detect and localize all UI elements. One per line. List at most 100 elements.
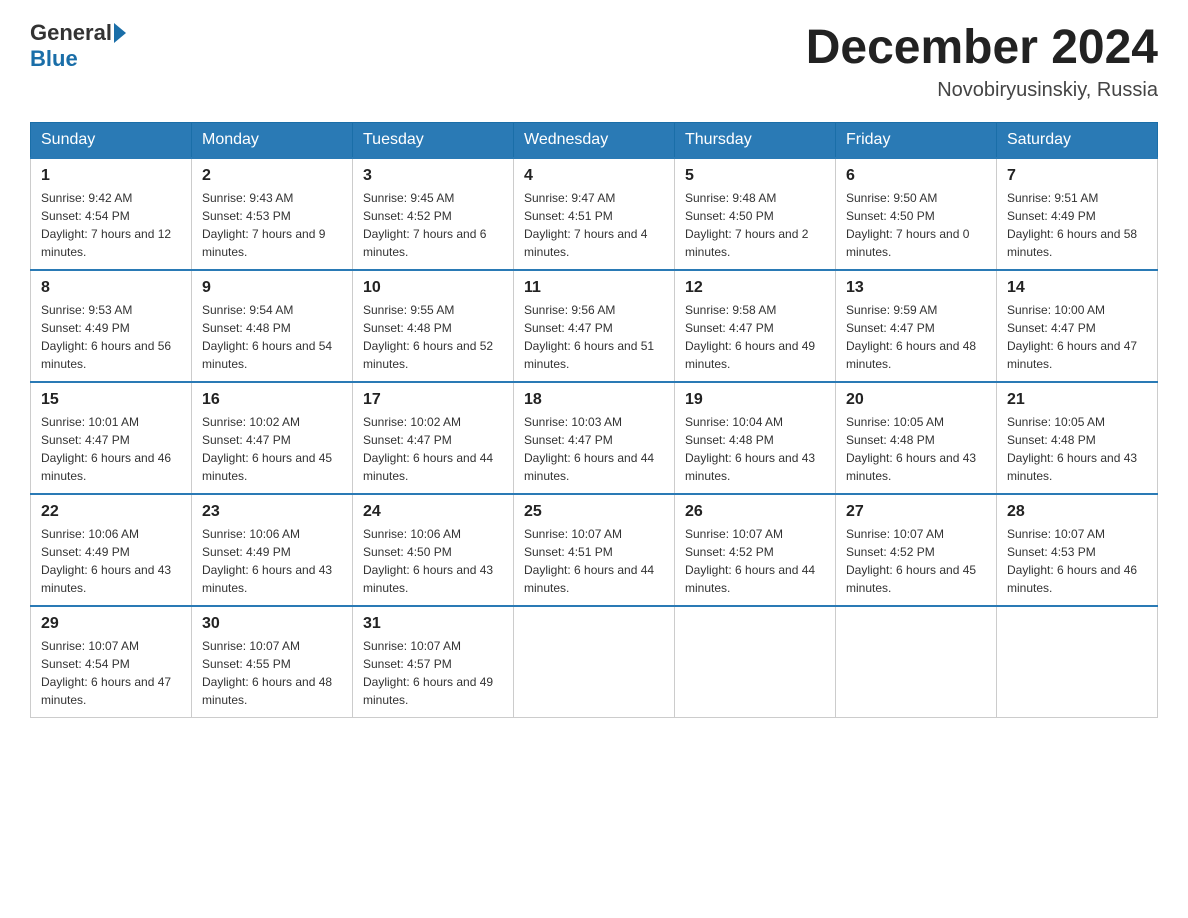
day-info: Sunrise: 10:07 AM Sunset: 4:53 PM Daylig… — [1007, 525, 1147, 597]
day-number: 15 — [41, 391, 181, 409]
day-info: Sunrise: 9:53 AM Sunset: 4:49 PM Dayligh… — [41, 301, 181, 373]
day-number: 14 — [1007, 279, 1147, 297]
table-row: 2 Sunrise: 9:43 AM Sunset: 4:53 PM Dayli… — [192, 158, 353, 270]
calendar-header-row: Sunday Monday Tuesday Wednesday Thursday… — [31, 123, 1158, 159]
day-number: 5 — [685, 167, 825, 185]
day-info: Sunrise: 10:06 AM Sunset: 4:49 PM Daylig… — [41, 525, 181, 597]
day-info: Sunrise: 9:47 AM Sunset: 4:51 PM Dayligh… — [524, 189, 664, 261]
col-saturday: Saturday — [997, 123, 1158, 159]
table-row: 31 Sunrise: 10:07 AM Sunset: 4:57 PM Day… — [353, 606, 514, 718]
title-section: December 2024 Novobiryusinskiy, Russia — [806, 20, 1158, 102]
table-row: 7 Sunrise: 9:51 AM Sunset: 4:49 PM Dayli… — [997, 158, 1158, 270]
day-info: Sunrise: 10:02 AM Sunset: 4:47 PM Daylig… — [202, 413, 342, 485]
month-title: December 2024 — [806, 20, 1158, 75]
calendar-week-row: 1 Sunrise: 9:42 AM Sunset: 4:54 PM Dayli… — [31, 158, 1158, 270]
day-number: 6 — [846, 167, 986, 185]
table-row: 26 Sunrise: 10:07 AM Sunset: 4:52 PM Day… — [675, 494, 836, 606]
day-info: Sunrise: 10:07 AM Sunset: 4:55 PM Daylig… — [202, 637, 342, 709]
day-number: 31 — [363, 615, 503, 633]
location: Novobiryusinskiy, Russia — [806, 79, 1158, 102]
day-info: Sunrise: 10:01 AM Sunset: 4:47 PM Daylig… — [41, 413, 181, 485]
day-info: Sunrise: 10:06 AM Sunset: 4:50 PM Daylig… — [363, 525, 503, 597]
day-info: Sunrise: 10:03 AM Sunset: 4:47 PM Daylig… — [524, 413, 664, 485]
day-number: 22 — [41, 503, 181, 521]
col-wednesday: Wednesday — [514, 123, 675, 159]
calendar-week-row: 15 Sunrise: 10:01 AM Sunset: 4:47 PM Day… — [31, 382, 1158, 494]
day-info: Sunrise: 9:58 AM Sunset: 4:47 PM Dayligh… — [685, 301, 825, 373]
day-number: 28 — [1007, 503, 1147, 521]
day-info: Sunrise: 10:07 AM Sunset: 4:52 PM Daylig… — [846, 525, 986, 597]
day-info: Sunrise: 9:51 AM Sunset: 4:49 PM Dayligh… — [1007, 189, 1147, 261]
day-number: 4 — [524, 167, 664, 185]
day-info: Sunrise: 9:56 AM Sunset: 4:47 PM Dayligh… — [524, 301, 664, 373]
day-number: 7 — [1007, 167, 1147, 185]
table-row: 14 Sunrise: 10:00 AM Sunset: 4:47 PM Day… — [997, 270, 1158, 382]
table-row: 25 Sunrise: 10:07 AM Sunset: 4:51 PM Day… — [514, 494, 675, 606]
table-row: 10 Sunrise: 9:55 AM Sunset: 4:48 PM Dayl… — [353, 270, 514, 382]
table-row — [675, 606, 836, 718]
day-number: 13 — [846, 279, 986, 297]
day-info: Sunrise: 10:05 AM Sunset: 4:48 PM Daylig… — [1007, 413, 1147, 485]
col-thursday: Thursday — [675, 123, 836, 159]
day-number: 30 — [202, 615, 342, 633]
day-info: Sunrise: 10:06 AM Sunset: 4:49 PM Daylig… — [202, 525, 342, 597]
table-row: 17 Sunrise: 10:02 AM Sunset: 4:47 PM Day… — [353, 382, 514, 494]
day-info: Sunrise: 10:07 AM Sunset: 4:57 PM Daylig… — [363, 637, 503, 709]
day-number: 18 — [524, 391, 664, 409]
day-number: 20 — [846, 391, 986, 409]
day-info: Sunrise: 9:48 AM Sunset: 4:50 PM Dayligh… — [685, 189, 825, 261]
calendar: Sunday Monday Tuesday Wednesday Thursday… — [30, 122, 1158, 718]
table-row: 16 Sunrise: 10:02 AM Sunset: 4:47 PM Day… — [192, 382, 353, 494]
table-row: 27 Sunrise: 10:07 AM Sunset: 4:52 PM Day… — [836, 494, 997, 606]
day-info: Sunrise: 9:50 AM Sunset: 4:50 PM Dayligh… — [846, 189, 986, 261]
table-row: 28 Sunrise: 10:07 AM Sunset: 4:53 PM Day… — [997, 494, 1158, 606]
day-info: Sunrise: 10:07 AM Sunset: 4:54 PM Daylig… — [41, 637, 181, 709]
table-row: 5 Sunrise: 9:48 AM Sunset: 4:50 PM Dayli… — [675, 158, 836, 270]
day-number: 11 — [524, 279, 664, 297]
table-row: 13 Sunrise: 9:59 AM Sunset: 4:47 PM Dayl… — [836, 270, 997, 382]
day-info: Sunrise: 10:07 AM Sunset: 4:51 PM Daylig… — [524, 525, 664, 597]
day-number: 27 — [846, 503, 986, 521]
table-row: 30 Sunrise: 10:07 AM Sunset: 4:55 PM Day… — [192, 606, 353, 718]
table-row: 6 Sunrise: 9:50 AM Sunset: 4:50 PM Dayli… — [836, 158, 997, 270]
day-info: Sunrise: 10:02 AM Sunset: 4:47 PM Daylig… — [363, 413, 503, 485]
table-row: 20 Sunrise: 10:05 AM Sunset: 4:48 PM Day… — [836, 382, 997, 494]
col-sunday: Sunday — [31, 123, 192, 159]
table-row: 24 Sunrise: 10:06 AM Sunset: 4:50 PM Day… — [353, 494, 514, 606]
day-number: 23 — [202, 503, 342, 521]
day-number: 2 — [202, 167, 342, 185]
table-row: 8 Sunrise: 9:53 AM Sunset: 4:49 PM Dayli… — [31, 270, 192, 382]
calendar-week-row: 8 Sunrise: 9:53 AM Sunset: 4:49 PM Dayli… — [31, 270, 1158, 382]
logo: General Blue — [30, 20, 128, 72]
day-info: Sunrise: 10:05 AM Sunset: 4:48 PM Daylig… — [846, 413, 986, 485]
table-row: 9 Sunrise: 9:54 AM Sunset: 4:48 PM Dayli… — [192, 270, 353, 382]
table-row — [514, 606, 675, 718]
table-row: 1 Sunrise: 9:42 AM Sunset: 4:54 PM Dayli… — [31, 158, 192, 270]
day-number: 17 — [363, 391, 503, 409]
header: General Blue December 2024 Novobiryusins… — [30, 20, 1158, 102]
table-row: 12 Sunrise: 9:58 AM Sunset: 4:47 PM Dayl… — [675, 270, 836, 382]
day-number: 21 — [1007, 391, 1147, 409]
logo-arrow-icon — [114, 23, 126, 43]
day-number: 24 — [363, 503, 503, 521]
day-info: Sunrise: 10:00 AM Sunset: 4:47 PM Daylig… — [1007, 301, 1147, 373]
day-info: Sunrise: 10:04 AM Sunset: 4:48 PM Daylig… — [685, 413, 825, 485]
table-row: 21 Sunrise: 10:05 AM Sunset: 4:48 PM Day… — [997, 382, 1158, 494]
day-info: Sunrise: 9:42 AM Sunset: 4:54 PM Dayligh… — [41, 189, 181, 261]
day-number: 26 — [685, 503, 825, 521]
day-info: Sunrise: 9:43 AM Sunset: 4:53 PM Dayligh… — [202, 189, 342, 261]
day-number: 16 — [202, 391, 342, 409]
day-number: 1 — [41, 167, 181, 185]
day-number: 25 — [524, 503, 664, 521]
table-row: 3 Sunrise: 9:45 AM Sunset: 4:52 PM Dayli… — [353, 158, 514, 270]
day-info: Sunrise: 10:07 AM Sunset: 4:52 PM Daylig… — [685, 525, 825, 597]
calendar-week-row: 22 Sunrise: 10:06 AM Sunset: 4:49 PM Day… — [31, 494, 1158, 606]
logo-blue-text: Blue — [30, 46, 78, 72]
table-row — [997, 606, 1158, 718]
day-number: 9 — [202, 279, 342, 297]
table-row: 11 Sunrise: 9:56 AM Sunset: 4:47 PM Dayl… — [514, 270, 675, 382]
day-info: Sunrise: 9:55 AM Sunset: 4:48 PM Dayligh… — [363, 301, 503, 373]
day-number: 8 — [41, 279, 181, 297]
day-number: 3 — [363, 167, 503, 185]
day-number: 29 — [41, 615, 181, 633]
